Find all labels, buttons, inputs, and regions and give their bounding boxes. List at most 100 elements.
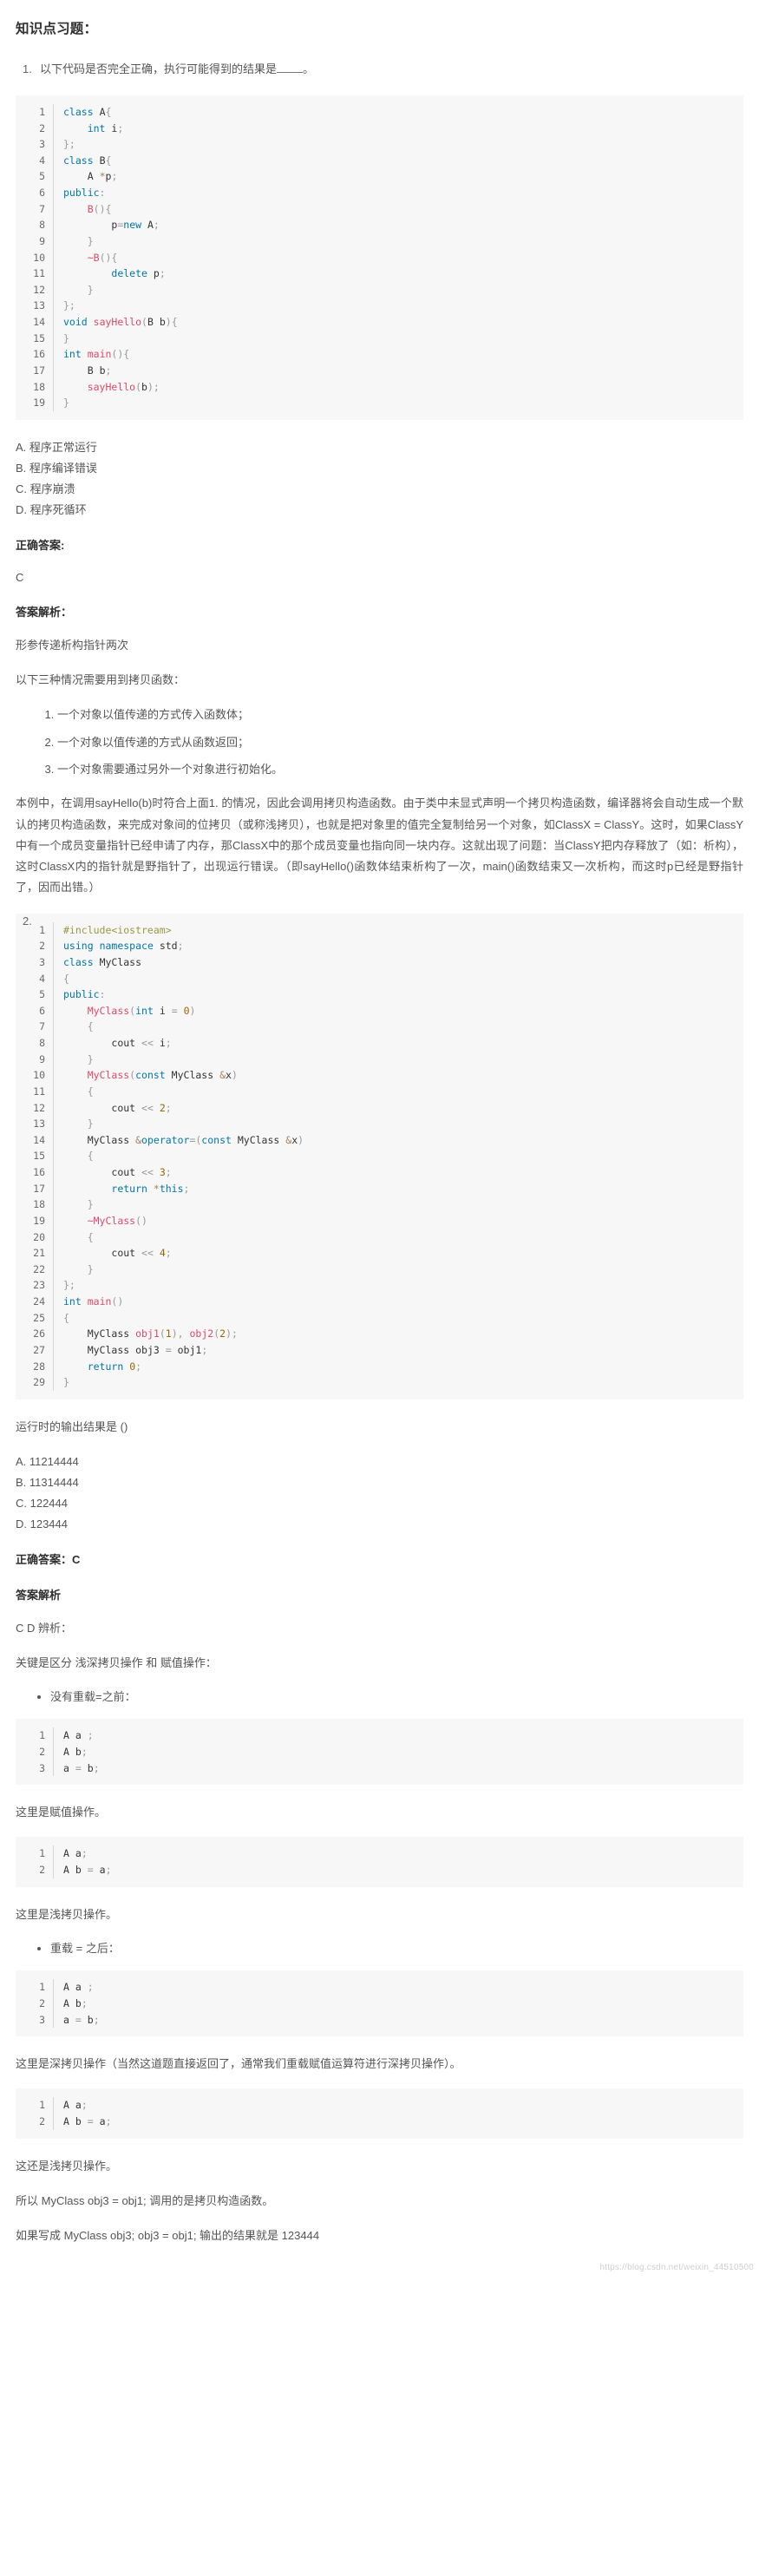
line-number: 2 [16,2113,54,2130]
option-item[interactable]: B. 程序编译错误 [16,458,743,479]
code-snippet-3: 1 A a ; 2 A b; 3 a = b; [16,1970,743,2037]
code-block-2: 1 #include<iostream> 2 using namespace std;… [16,913,743,1399]
code-text: cout << 2; [111,1101,172,1114]
code-line: 2 using namespace std; [16,938,743,954]
code-text: A a; [63,2099,88,2112]
option-item[interactable]: A. 11214444 [16,1452,743,1472]
option-item[interactable]: C. 122444 [16,1493,743,1514]
code-text: int i; [87,121,124,134]
code-line: 8 cout << i; [16,1035,743,1052]
code-text: } [87,283,94,296]
code-line: 15 { [16,1148,743,1165]
line-number: 15 [16,330,54,347]
code-text: { [87,1020,94,1033]
code-text: return 0; [87,1360,142,1373]
code-line: 17 B b; [16,362,743,379]
line-number: 3 [16,2011,54,2029]
option-item[interactable]: C. 程序崩溃 [16,479,743,500]
line-number: 18 [16,378,54,396]
code-line: 1 class A{ [16,103,743,121]
correct-answer-value-1: C [16,570,24,584]
option-item[interactable]: A. 程序正常运行 [16,437,743,458]
code-line: 13 } [16,1116,743,1132]
line-number: 7 [16,1019,54,1036]
code-text: } [63,397,69,410]
document-page: 知识点习题： 1. 以下代码是否完全正确，执行可能得到的结果是 。 1 class A… [0,0,759,2283]
code-line: 6 MyClass(int i = 0) [16,1002,743,1019]
line-number: 25 [16,1309,54,1327]
code-text: A b; [63,1746,88,1759]
code-line: 12 cout << 2; [16,1099,743,1117]
code-line: 27 MyClass obj3 = obj1; [16,1341,743,1359]
list-item: 一个对象以值传递的方式从函数返回； [57,732,743,752]
code-line: 1 A a; [16,2097,743,2114]
code-text: B b; [87,364,112,377]
line-number: 27 [16,1341,54,1359]
code-line: 9 } [16,1051,743,1068]
code-line: 2 A b = a; [16,2113,743,2130]
code-text: #include<iostream> [63,923,172,936]
correct-answer-line-2: 正确答案：C [16,1553,81,1567]
line-number: 16 [16,1164,54,1181]
code-line: 20 { [16,1229,743,1246]
line-number: 14 [16,1131,54,1149]
question-1-number: 1. [23,62,32,76]
line-number: 4 [16,152,54,169]
code-line: 7 { [16,1019,743,1036]
line-number: 11 [16,1083,54,1100]
line-number: 13 [16,1116,54,1132]
code-text: MyClass(const MyClass &x) [87,1069,238,1082]
code-line: 3 a = b; [16,2011,743,2029]
line-number: 12 [16,1099,54,1117]
code-line: 11 delete p; [16,265,743,282]
code-line: 18 sayHello(b); [16,378,743,396]
option-item[interactable]: D. 程序死循环 [16,500,743,521]
code-line: 11 { [16,1083,743,1100]
code-text: using namespace std; [63,940,184,953]
code-text: cout << 3; [111,1166,172,1179]
code-snippet-2: 1 A a; 2 A b = a; [16,1837,743,1887]
question-1-prompt: 1. 以下代码是否完全正确，执行可能得到的结果是 。 [16,60,743,80]
code-text: A b = a; [63,1863,112,1876]
code-text: public: [63,988,106,1001]
code-block-1: 1 class A{2 int i; 3}; 4 class B{5 A *p; 6 pub… [16,95,743,420]
code-text: } [87,1052,94,1065]
code-text: delete p; [111,267,166,280]
code-text: a = b; [63,1761,100,1774]
question-2-number: 2. [23,914,32,927]
code-line: 4{ [16,970,743,987]
line-number: 19 [16,395,54,411]
note-shallow-copy-2: 这还是浅拷贝操作。 [16,2159,118,2173]
line-number: 3 [16,136,54,153]
note-shallow-copy: 这里是浅拷贝操作。 [16,1907,118,1921]
line-number: 23 [16,1277,54,1295]
code-line: 2 A b; [16,1744,743,1760]
code-line: 28 return 0; [16,1358,743,1375]
key-point-2: 关键是区分 浅深拷贝操作 和 赋值操作： [16,1655,217,1669]
code-line: 1 A a ; [16,1979,743,1996]
code-text: }; [63,299,75,312]
question-2-options: A. 11214444 B. 11314444 C. 122444 D. 123444 [16,1452,743,1535]
code-text: } [87,1198,94,1211]
code-text: a = b; [63,2013,100,2026]
code-line: 10 ~B(){ [16,249,743,266]
bullet-item: 重载 = 之后： [50,1939,743,1959]
code-line: 14 void sayHello(B b){ [16,314,743,331]
watermark: https://blog.csdn.net/weixin_44510500 [599,2263,754,2273]
line-number: 16 [16,346,54,363]
code-text: return *this; [111,1182,190,1195]
code-line: 1 A a; [16,1845,743,1862]
option-item[interactable]: B. 11314444 [16,1472,743,1493]
code-line: 21 cout << 4; [16,1245,743,1262]
option-item[interactable]: D. 123444 [16,1514,743,1535]
conclusion-2: 如果写成 MyClass obj3; obj3 = obj1; 输出的结果就是 … [16,2228,320,2242]
line-number: 1 [16,1979,54,1996]
analysis-intro-1: 形参传递析构指针两次 [16,639,129,652]
conclusion-1: 所以 MyClass obj3 = obj1; 调用的是拷贝构造函数。 [16,2193,274,2207]
line-number: 5 [16,986,54,1003]
line-number: 1 [16,921,54,939]
code-line: 9 } [16,233,743,250]
code-text: p=new A; [111,219,160,232]
code-line: 12 } [16,281,743,298]
code-line: 3 a = b; [16,1760,743,1777]
